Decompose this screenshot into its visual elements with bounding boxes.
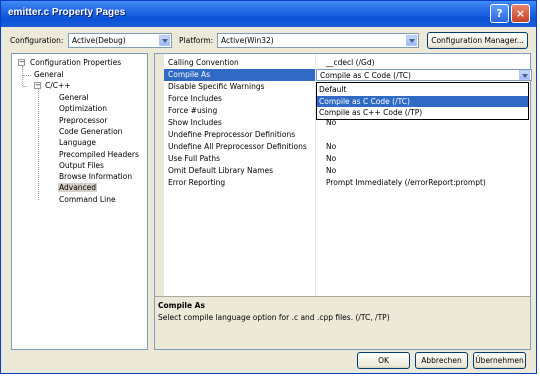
apply-button[interactable]: Übernehmen [473, 352, 526, 369]
property-row-calling-convention[interactable]: Calling Convention __cdecl (/Gd) [164, 57, 530, 69]
tree-item-precompiled-headers[interactable]: Precompiled Headers [59, 150, 139, 159]
property-name: Error Reporting [168, 178, 226, 187]
chevron-down-icon[interactable] [406, 35, 417, 46]
property-row-undefine-all[interactable]: Undefine All Preprocessor Definitions No [164, 141, 530, 153]
tree-item-command-line[interactable]: Command Line [59, 195, 116, 204]
dropdown-option-compile-as-c[interactable]: Compile as C Code (/TC) [317, 96, 528, 107]
configuration-select[interactable]: Active(Debug) [68, 33, 172, 48]
ok-button[interactable]: OK [357, 352, 410, 369]
configuration-label: Configuration: [10, 36, 64, 45]
help-button[interactable]: ? [490, 4, 509, 23]
dropdown-option-default[interactable]: Default [317, 84, 528, 95]
description-title: Compile As [158, 301, 205, 310]
property-value[interactable]: No [326, 154, 336, 163]
tree-connector [22, 66, 23, 86]
platform-select[interactable]: Active(Win32) [217, 33, 419, 48]
tree-item-preprocessor[interactable]: Preprocessor [59, 116, 107, 125]
property-row-compile-as[interactable]: Compile As Compile as C Code (/TC) [164, 69, 532, 81]
collapse-icon[interactable]: − [34, 82, 41, 89]
tree-connector [38, 89, 39, 200]
property-value[interactable]: No [326, 166, 336, 175]
tree-item-output-files[interactable]: Output Files [59, 161, 104, 170]
window-title: emitter.c Property Pages [8, 7, 126, 18]
tree-item-language[interactable]: Language [59, 138, 96, 147]
property-name: Force #using [168, 106, 218, 115]
property-value[interactable]: __cdecl (/Gd) [326, 58, 375, 67]
chevron-down-icon[interactable] [159, 35, 170, 46]
description-panel: Compile As Select compile language optio… [155, 296, 530, 349]
property-pages-window: emitter.c Property Pages ? × Configurati… [0, 0, 537, 374]
property-row-undefine-definitions[interactable]: Undefine Preprocessor Definitions [164, 129, 530, 141]
property-name: Compile As [168, 70, 211, 79]
property-grid[interactable]: Calling Convention __cdecl (/Gd) Compile… [154, 53, 532, 350]
compile-as-dropdown-list[interactable]: Default Compile as C Code (/TC) Compile … [316, 82, 529, 120]
tree-item-advanced[interactable]: Advanced [58, 183, 98, 192]
property-tree[interactable]: − Configuration Properties General − C/C… [11, 53, 148, 350]
description-text: Select compile language option for .c an… [158, 313, 390, 322]
platform-value: Active(Win32) [221, 36, 274, 45]
tree-connector [23, 86, 27, 87]
collapse-icon[interactable]: − [18, 59, 25, 66]
property-value[interactable]: Prompt Immediately (/errorReport:prompt) [326, 178, 486, 187]
tree-item-optimization[interactable]: Optimization [59, 104, 107, 113]
tree-root-configuration-properties[interactable]: Configuration Properties [30, 58, 121, 67]
property-row-error-reporting[interactable]: Error Reporting Prompt Immediately (/err… [164, 177, 530, 189]
tree-connector [23, 75, 31, 76]
tree-item-c-cpp[interactable]: C/C++ [45, 81, 71, 90]
dropdown-option-compile-as-cpp[interactable]: Compile as C++ Code (/TP) [317, 107, 528, 118]
property-name: Force Includes [168, 94, 222, 103]
compile-as-select[interactable]: Compile as C Code (/TC) [316, 69, 532, 81]
grid-gutter [155, 54, 164, 297]
tree-item-browse-information[interactable]: Browse Information [59, 172, 132, 181]
tree-item-cpp-general[interactable]: General [59, 93, 89, 102]
close-button[interactable]: × [511, 4, 530, 23]
configuration-manager-button[interactable]: Configuration Manager... [427, 32, 528, 49]
tree-item-general[interactable]: General [34, 70, 64, 79]
platform-label: Platform: [179, 36, 214, 45]
property-name: Use Full Paths [168, 154, 220, 163]
configuration-value: Active(Debug) [72, 36, 126, 45]
property-name: Disable Specific Warnings [168, 82, 265, 91]
tree-item-code-generation[interactable]: Code Generation [59, 127, 122, 136]
property-name: Calling Convention [168, 58, 239, 67]
title-bar[interactable]: emitter.c Property Pages ? × [1, 1, 536, 27]
property-row-use-full-paths[interactable]: Use Full Paths No [164, 153, 530, 165]
property-value[interactable]: No [326, 142, 336, 151]
property-name: Undefine Preprocessor Definitions [168, 130, 296, 139]
property-name: Undefine All Preprocessor Definitions [168, 142, 307, 151]
property-name: Show Includes [168, 118, 222, 127]
chevron-down-icon[interactable] [519, 70, 530, 80]
cancel-button[interactable]: Abbrechen [415, 352, 468, 369]
property-name: Omit Default Library Names [168, 166, 274, 175]
compile-as-value: Compile as C Code (/TC) [320, 71, 411, 80]
property-row-omit-default-libs[interactable]: Omit Default Library Names No [164, 165, 530, 177]
